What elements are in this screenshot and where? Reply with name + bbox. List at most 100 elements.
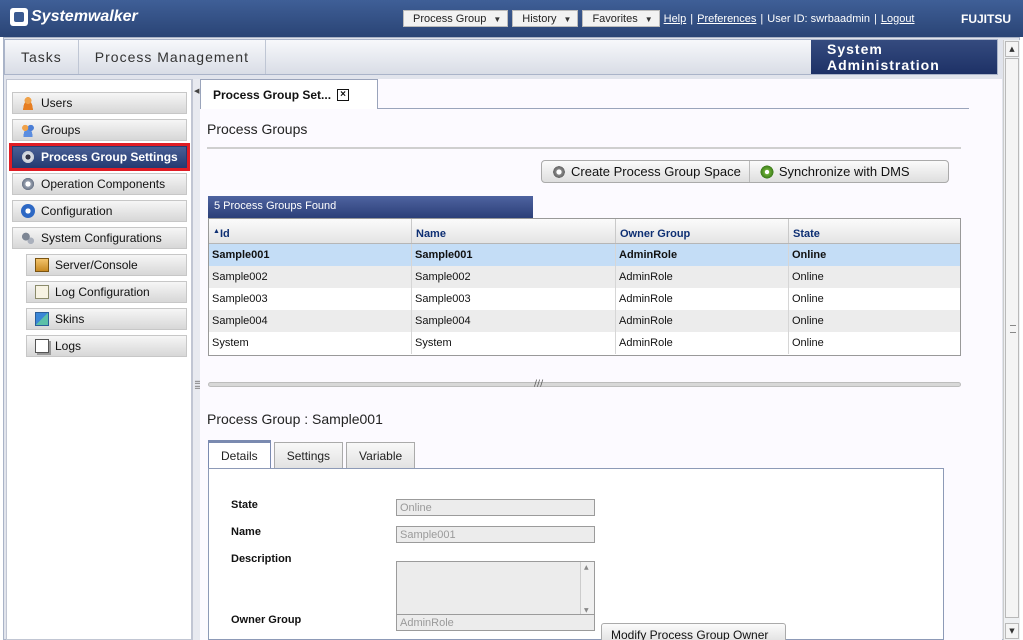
divider: | — [690, 12, 694, 25]
sidebar-item-process-group-settings[interactable]: Process Group Settings — [9, 143, 190, 171]
table-row[interactable]: Sample003 Sample003 AdminRole Online — [209, 288, 960, 310]
tab-tasks[interactable]: Tasks — [5, 40, 79, 74]
owner-group-field: AdminRole — [396, 614, 595, 631]
table-row[interactable]: Sample004 Sample004 AdminRole Online — [209, 310, 960, 332]
favorites-menu[interactable]: Favorites ▼ — [582, 10, 660, 27]
chevron-down-icon: ▼ — [493, 14, 502, 24]
column-header-name[interactable]: Name — [412, 219, 616, 243]
modify-process-group-owner-button[interactable]: Modify Process Group Owner — [601, 623, 786, 640]
collapse-arrow-icon[interactable]: ◀ — [194, 87, 199, 95]
scroll-down-arrow-icon[interactable]: ▼ — [1005, 623, 1019, 639]
scrollbar-thumb[interactable] — [1005, 58, 1019, 618]
page-tab-process-group-settings[interactable]: Process Group Set... × — [200, 79, 378, 109]
skins-icon — [35, 312, 49, 326]
gear-icon — [552, 164, 566, 179]
sidebar-item-skins[interactable]: Skins — [26, 308, 187, 330]
detail-tabs: Details Settings Variable — [208, 440, 416, 469]
sidebar-item-operation-components[interactable]: Operation Components — [12, 173, 187, 195]
column-header-state[interactable]: State — [789, 219, 960, 243]
divider: | — [760, 12, 764, 25]
logout-link[interactable]: Logout — [881, 13, 915, 25]
cell-name: System — [412, 332, 616, 354]
brand-logo: Systemwalker — [10, 8, 138, 26]
create-process-group-space-button[interactable]: Create Process Group Space — [542, 161, 749, 182]
top-navigation: Process Group ▼ History ▼ Favorites ▼ He… — [403, 10, 915, 27]
log-config-icon — [35, 285, 49, 299]
page-scrollbar[interactable]: ▲ ▼ — [1003, 40, 1020, 640]
grip-icon — [1010, 325, 1016, 333]
detail-title: Process Group : Sample001 — [207, 411, 383, 427]
cell-owner-group: AdminRole — [616, 244, 789, 266]
tab-process-management[interactable]: Process Management — [79, 40, 266, 74]
sidebar-item-label: Process Group Settings — [41, 150, 178, 164]
groups-icon — [21, 123, 35, 137]
sidebar-item-users[interactable]: Users — [12, 92, 187, 114]
button-label: Create Process Group Space — [571, 164, 741, 179]
process-groups-table: ▲Id Name Owner Group State Sample001 Sam… — [208, 218, 961, 356]
cell-id: Sample002 — [209, 266, 412, 288]
favorites-menu-label: Favorites — [592, 13, 638, 25]
page-title: Process Groups — [207, 121, 308, 137]
cell-state: Online — [792, 315, 824, 327]
sidebar-item-label: Operation Components — [41, 177, 166, 191]
sidebar-item-server-console[interactable]: Server/Console — [26, 254, 187, 276]
process-group-menu[interactable]: Process Group ▼ — [403, 10, 509, 27]
cell-owner-group: AdminRole — [616, 332, 789, 354]
owner-group-label: Owner Group — [231, 614, 302, 626]
sidebar-item-label: Log Configuration — [55, 285, 150, 299]
cell-owner-group: AdminRole — [616, 310, 789, 332]
description-scrollbar — [580, 562, 594, 616]
state-field: Online — [396, 499, 595, 516]
results-count-banner: 5 Process Groups Found — [208, 196, 533, 218]
cell-owner-group: AdminRole — [616, 266, 789, 288]
column-header-owner-group[interactable]: Owner Group — [616, 219, 789, 243]
panel-splitter[interactable]: /// — [208, 379, 961, 389]
table-row[interactable]: Sample002 Sample002 AdminRole Online — [209, 266, 960, 288]
cell-id: System — [209, 332, 412, 354]
scroll-up-arrow-icon[interactable]: ▲ — [1005, 41, 1019, 57]
sidebar-item-log-configuration[interactable]: Log Configuration — [26, 281, 187, 303]
table-row[interactable]: System System AdminRole Online — [209, 332, 960, 354]
fujitsu-logo: FUJITSU — [960, 12, 1011, 26]
grip-icon: /// — [534, 379, 544, 389]
page-tab-label: Process Group Set... — [213, 87, 332, 102]
sidebar-item-configuration[interactable]: Configuration — [12, 200, 187, 222]
action-toolbar: Create Process Group Space Synchronize w… — [541, 160, 949, 183]
sidebar-item-label: Skins — [55, 312, 85, 326]
cell-name: Sample002 — [412, 266, 616, 288]
history-menu[interactable]: History ▼ — [512, 10, 579, 27]
tab-details[interactable]: Details — [208, 440, 271, 469]
name-field: Sample001 — [396, 526, 595, 543]
button-label: Synchronize with DMS — [778, 164, 910, 179]
sidebar-splitter[interactable]: ◀ = = — [192, 79, 202, 640]
cell-state: Online — [792, 271, 824, 283]
details-panel: State Online Name Sample001 Description … — [208, 468, 944, 640]
divider — [378, 108, 969, 109]
sidebar-item-logs[interactable]: Logs — [26, 335, 187, 357]
table-row[interactable]: Sample001 Sample001 AdminRole Online — [209, 244, 960, 266]
user-id-text: User ID: swrbaadmin — [767, 12, 870, 25]
gear-icon — [21, 150, 35, 164]
tab-system-administration[interactable]: System Administration — [811, 40, 997, 74]
column-header-id[interactable]: ▲Id — [209, 219, 412, 243]
column-header-label: Id — [219, 228, 230, 240]
chevron-down-icon: ▼ — [644, 14, 653, 24]
cell-id: Sample003 — [209, 288, 412, 310]
sort-ascending-icon: ▲ — [213, 228, 220, 235]
synchronize-with-dms-button[interactable]: Synchronize with DMS — [748, 161, 918, 182]
sidebar-item-label: Logs — [55, 339, 82, 353]
divider — [207, 147, 961, 149]
preferences-link[interactable]: Preferences — [697, 13, 756, 25]
divider: | — [873, 12, 877, 25]
sidebar-item-groups[interactable]: Groups — [12, 119, 187, 141]
chevron-down-icon: ▼ — [563, 14, 572, 24]
cell-state: Online — [792, 249, 827, 261]
sidebar-item-system-configurations[interactable]: System Configurations — [12, 227, 187, 249]
table-header: ▲Id Name Owner Group State — [209, 219, 960, 244]
sidebar-item-label: Users — [41, 96, 73, 110]
tab-variable[interactable]: Variable — [346, 442, 416, 468]
tab-settings[interactable]: Settings — [273, 442, 344, 468]
sidebar-item-label: Configuration — [41, 204, 113, 218]
close-icon[interactable]: × — [337, 88, 350, 101]
help-link[interactable]: Help — [664, 13, 687, 25]
